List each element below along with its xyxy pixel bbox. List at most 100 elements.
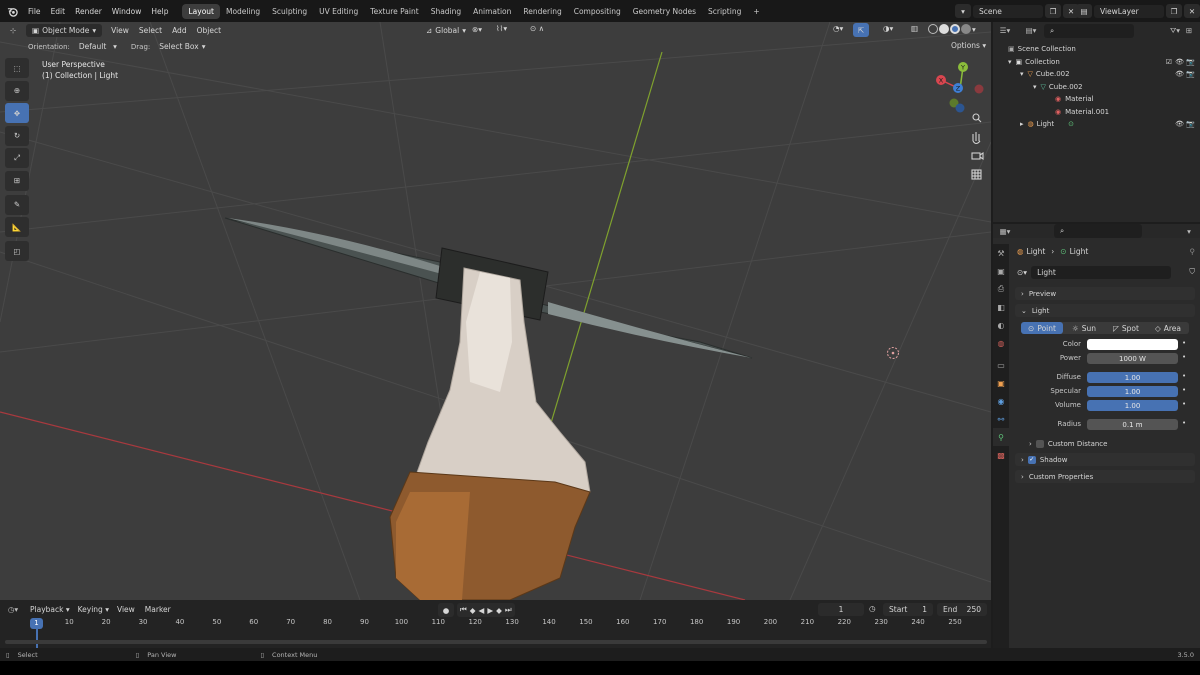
editor-type-icon[interactable]: ⊹	[6, 24, 20, 38]
new-collection-icon[interactable]: ⊞	[1182, 24, 1196, 38]
scene-tab-icon[interactable]: ◐	[993, 316, 1009, 334]
datablock-name-field[interactable]: Light	[1031, 265, 1172, 279]
options-dropdown[interactable]: Options ▾	[951, 41, 986, 50]
current-frame-field[interactable]: 1	[818, 603, 864, 616]
transform-orientation-dropdown[interactable]: ⊿ Global ▾	[420, 24, 472, 37]
gizmo-neg-z-icon[interactable]	[955, 103, 965, 113]
tab-shading[interactable]: Shading	[425, 4, 467, 19]
constraints-tab-icon[interactable]: ⚯	[993, 410, 1009, 428]
playhead-frame-badge[interactable]: 1	[30, 618, 43, 629]
camera-icon[interactable]: 📷	[1186, 120, 1195, 128]
outliner-item-collection[interactable]: ▾ ▣ Collection ☑ 👁 📷	[993, 56, 1200, 69]
scale-tool-icon[interactable]: ⤢	[5, 148, 29, 168]
shadow-panel-header[interactable]: › ✓ Shadow	[1015, 453, 1195, 466]
outliner-editor-icon[interactable]: ☰▾	[998, 24, 1012, 38]
pin-icon[interactable]: ⚲	[1190, 247, 1196, 256]
copy-viewlayer-icon[interactable]: ❐	[1166, 4, 1182, 18]
viewport-scene[interactable]: X Y Z	[0, 22, 991, 600]
render-tab-icon[interactable]: ▣	[993, 262, 1009, 280]
outliner-item-light[interactable]: ▸ ◍ Light ⊙ 👁 📷	[993, 118, 1200, 131]
pan-hand-icon[interactable]	[972, 132, 981, 145]
expand-icon[interactable]: ▾	[1020, 70, 1024, 78]
tab-modeling[interactable]: Modeling	[220, 4, 266, 19]
custom-properties-panel-header[interactable]: › Custom Properties	[1015, 470, 1195, 483]
transform-tool-icon[interactable]: ⊞	[5, 170, 29, 191]
end-frame-field[interactable]: End 250	[937, 603, 987, 616]
datablock-browse-icon[interactable]: ⊙▾	[1017, 268, 1027, 277]
prev-keyframe-icon[interactable]: ◆	[470, 606, 476, 615]
shadow-checkbox[interactable]: ✓	[1027, 455, 1036, 464]
menu-render[interactable]: Render	[70, 7, 107, 16]
tab-layout[interactable]: Layout	[182, 3, 220, 19]
properties-options-icon[interactable]: ▾	[1182, 224, 1196, 238]
properties-search-input[interactable]: ⌕	[1054, 224, 1142, 238]
add-workspace-button[interactable]: +	[747, 4, 765, 19]
gizmo-neg-x-icon[interactable]	[974, 84, 984, 94]
output-tab-icon[interactable]: ⎙	[993, 280, 1009, 298]
jump-end-icon[interactable]: ⏭	[505, 605, 512, 615]
light-type-point[interactable]: ⊙ Point	[1021, 322, 1063, 334]
specular-slider[interactable]: 1.00	[1087, 386, 1178, 397]
tab-texture-paint[interactable]: Texture Paint	[364, 4, 424, 19]
scene-name-field[interactable]: Scene	[973, 4, 1043, 18]
select-box-tool-icon[interactable]: ⬚	[5, 58, 29, 78]
zoom-icon[interactable]	[972, 113, 982, 123]
viewport-menu-view[interactable]: View	[111, 26, 129, 35]
viewlayer-icon[interactable]: ▤	[1076, 4, 1092, 18]
outliner-item-scene-collection[interactable]: ▣ Scene Collection	[993, 43, 1200, 56]
fake-user-icon[interactable]: ⛉	[1189, 267, 1195, 277]
display-mode-icon[interactable]: ▤▾	[1024, 24, 1038, 38]
viewlayer-name-field[interactable]: ViewLayer	[1094, 4, 1164, 18]
record-icon[interactable]: ●	[438, 603, 454, 617]
outliner-item-material-001[interactable]: ◉ Material.001	[993, 106, 1200, 119]
eye-icon[interactable]: 👁	[1175, 120, 1184, 128]
keyframe-dot-icon[interactable]: •	[1182, 419, 1186, 427]
tool-tab-icon[interactable]: ⚒	[993, 244, 1009, 262]
light-panel-header[interactable]: ⌄ Light	[1015, 304, 1195, 317]
keyframe-dot-icon[interactable]: •	[1182, 386, 1186, 394]
tab-geometry-nodes[interactable]: Geometry Nodes	[627, 4, 702, 19]
mode-dropdown[interactable]: ▣ Object Mode ▾	[26, 24, 103, 37]
drag-dropdown[interactable]: Select Box ▾	[153, 40, 211, 53]
rotate-tool-icon[interactable]: ↻	[5, 125, 29, 146]
color-field[interactable]	[1087, 339, 1178, 350]
3d-viewport[interactable]: X Y Z ⊹ ▣ Object Mode ▾ View Select Add Ob…	[0, 22, 991, 600]
viewport-menu-object[interactable]: Object	[197, 26, 221, 35]
jump-start-icon[interactable]: ⏮	[460, 605, 467, 615]
light-type-area[interactable]: ◇ Area	[1147, 324, 1189, 333]
camera-icon[interactable]: 📷	[1186, 70, 1195, 78]
wireframe-shading-icon[interactable]	[928, 24, 938, 34]
preview-range-icon[interactable]: ◷	[869, 604, 876, 613]
rendered-shading-icon[interactable]	[961, 24, 971, 34]
expand-right-icon[interactable]: ▸	[1020, 120, 1024, 128]
keyframe-dot-icon[interactable]: •	[1182, 372, 1186, 380]
next-keyframe-icon[interactable]: ◆	[496, 606, 502, 615]
orientation-dropdown[interactable]: Default ▾	[73, 40, 123, 53]
timeline-menu-view[interactable]: View	[117, 605, 135, 614]
light-data-tab-icon[interactable]: ⚲	[993, 428, 1009, 446]
tab-scripting[interactable]: Scripting	[702, 4, 747, 19]
menu-window[interactable]: Window	[107, 7, 147, 16]
keyframe-dot-icon[interactable]: •	[1182, 353, 1186, 361]
outliner-item-mesh-data[interactable]: ▾ ▽ Cube.002	[993, 81, 1200, 94]
object-tab-icon[interactable]: ▣	[993, 374, 1009, 392]
add-cube-tool-icon[interactable]: ◰	[5, 241, 29, 261]
viewport-menu-add[interactable]: Add	[172, 26, 187, 35]
blender-logo-icon[interactable]	[5, 4, 19, 18]
tab-sculpting[interactable]: Sculpting	[266, 4, 313, 19]
outliner-item-cube[interactable]: ▾ ▽ Cube.002 👁 📷	[993, 68, 1200, 81]
outliner-item-material[interactable]: ◉ Material	[993, 93, 1200, 106]
physics-tab-icon[interactable]: ◉	[993, 392, 1009, 410]
play-reverse-icon[interactable]: ◀	[479, 606, 485, 615]
eye-icon[interactable]: 👁	[1175, 70, 1184, 78]
timeline-editor-icon[interactable]: ◷▾	[6, 603, 20, 617]
camera-view-icon[interactable]	[971, 151, 984, 161]
camera-icon[interactable]: 📷	[1186, 58, 1195, 66]
timeline-menu-keying[interactable]: Keying ▾	[78, 605, 109, 614]
overlays-icon[interactable]: ◑▾	[883, 24, 893, 33]
texture-tab-icon[interactable]: ▩	[993, 446, 1009, 464]
snap-icon[interactable]: ⌇⌇▾	[496, 24, 507, 33]
measure-tool-icon[interactable]: 📐	[5, 217, 29, 237]
menu-help[interactable]: Help	[146, 7, 173, 16]
cursor-tool-icon[interactable]: ⊕	[5, 80, 29, 101]
